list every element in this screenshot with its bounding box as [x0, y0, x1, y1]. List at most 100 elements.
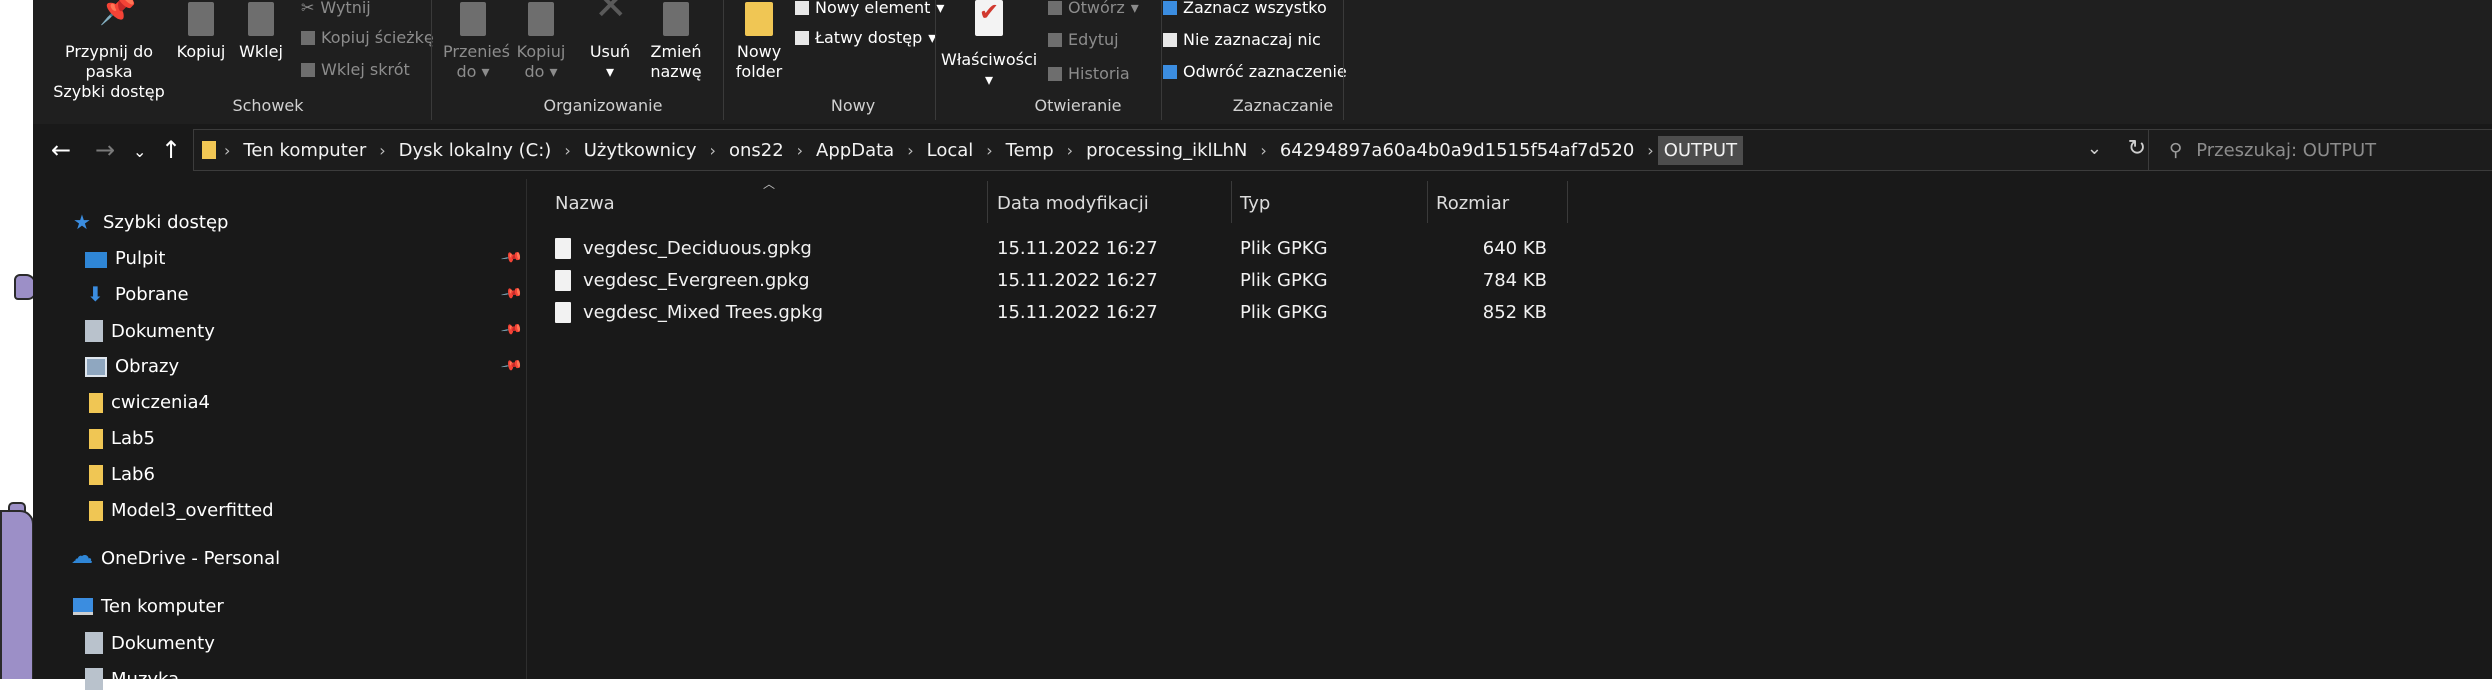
copy-path-button[interactable]: Kopiuj ścieżkę: [301, 28, 434, 48]
folder-icon: [89, 392, 103, 413]
paste-label: Wklej: [239, 42, 283, 61]
file-type: Plik GPKG: [1240, 270, 1328, 291]
recent-locations-chevron-icon[interactable]: ⌄: [133, 142, 146, 161]
nav-item-pulpit[interactable]: Pulpit: [85, 248, 165, 269]
nav-item-dokumenty[interactable]: Dokumenty: [85, 320, 215, 342]
rename-icon: [663, 2, 689, 36]
file-date: 15.11.2022 16:27: [997, 302, 1158, 323]
file-row[interactable]: vegdesc_Evergreen.gpkg 15.11.2022 16:27 …: [527, 266, 1547, 296]
move-to-button[interactable]: Przenieś do ▾: [443, 0, 510, 82]
chevron-right-icon[interactable]: ›: [375, 141, 389, 160]
column-divider[interactable]: [1231, 181, 1232, 223]
chevron-right-icon[interactable]: ›: [706, 141, 720, 160]
nav-item-lab5[interactable]: Lab5: [85, 428, 155, 449]
address-bar[interactable]: › Ten komputer › Dysk lokalny (C:) › Użytk…: [193, 129, 2165, 171]
forward-arrow-icon[interactable]: →: [95, 136, 115, 164]
nav-item-lab6[interactable]: Lab6: [85, 464, 155, 485]
select-none-button[interactable]: Nie zaznaczaj nic: [1163, 30, 1321, 50]
column-divider[interactable]: [1567, 181, 1568, 223]
column-header-type[interactable]: Typ: [1240, 193, 1270, 214]
delete-x-icon: ✕: [594, 0, 628, 29]
column-header-size[interactable]: Rozmiar: [1436, 193, 1509, 214]
chevron-right-icon[interactable]: ›: [1256, 141, 1270, 160]
folder-icon: [745, 2, 773, 36]
star-icon: [73, 210, 95, 234]
chevron-right-icon[interactable]: ›: [220, 141, 234, 160]
breadcrumb-temp[interactable]: Temp: [997, 140, 1063, 161]
paste-button[interactable]: Wklej: [236, 0, 286, 62]
delete-button[interactable]: ✕ Usuń ▾: [585, 0, 635, 82]
up-arrow-icon[interactable]: ↑: [161, 136, 181, 164]
open-button[interactable]: Otwórz ▾: [1048, 0, 1139, 18]
file-type: Plik GPKG: [1240, 238, 1328, 259]
download-icon: [85, 282, 107, 306]
copy-button[interactable]: Kopiuj: [176, 0, 226, 62]
column-header-date[interactable]: Data modyfikacji: [997, 193, 1149, 214]
edit-button[interactable]: Edytuj: [1048, 30, 1119, 50]
group-divider: [1343, 0, 1344, 120]
nav-this-pc[interactable]: Ten komputer: [73, 596, 224, 617]
folder-icon: [89, 500, 103, 521]
history-button[interactable]: Historia: [1048, 64, 1130, 84]
breadcrumb-local[interactable]: Local: [918, 140, 983, 161]
chevron-right-icon[interactable]: ›: [793, 141, 807, 160]
nav-item-cwiczenia4[interactable]: cwiczenia4: [85, 392, 210, 413]
breadcrumb-user[interactable]: ons22: [720, 140, 793, 161]
refresh-icon[interactable]: ↻: [2128, 136, 2146, 161]
file-row[interactable]: vegdesc_Deciduous.gpkg 15.11.2022 16:27 …: [527, 234, 1547, 264]
file-icon: [555, 302, 571, 323]
nav-pc-muzyka[interactable]: Muzyka: [85, 668, 179, 690]
file-size: 640 KB: [1482, 238, 1547, 259]
nav-item-model3[interactable]: Model3_overfitted: [85, 500, 274, 521]
nav-item-pobrane[interactable]: Pobrane: [85, 282, 189, 306]
paste-shortcut-button[interactable]: Wklej skrót: [301, 60, 410, 80]
chevron-right-icon[interactable]: ›: [560, 141, 574, 160]
breadcrumb-processing[interactable]: processing_iklLhN: [1077, 140, 1256, 161]
breadcrumb-output[interactable]: OUTPUT: [1657, 135, 1744, 165]
music-icon: [85, 668, 103, 690]
invert-selection-button[interactable]: Odwróć zaznaczenie: [1163, 62, 1347, 82]
nav-item-obrazy[interactable]: Obrazy: [85, 356, 179, 377]
group-label-new: Nowy: [830, 96, 876, 115]
breadcrumb-appdata[interactable]: AppData: [807, 140, 903, 161]
easy-access-button[interactable]: Łatwy dostęp ▾: [795, 28, 936, 48]
chevron-right-icon[interactable]: ›: [903, 141, 917, 160]
file-name: vegdesc_Evergreen.gpkg: [583, 270, 810, 291]
copy-icon: [188, 2, 214, 36]
new-item-button[interactable]: Nowy element ▾: [795, 0, 944, 18]
folder-icon: [89, 428, 103, 449]
pin-quick-access-button[interactable]: 📌 Przypnij do paska Szybki dostęp: [45, 0, 173, 102]
group-label-organize: Organizowanie: [543, 96, 663, 115]
column-divider[interactable]: [1427, 181, 1428, 223]
file-row[interactable]: vegdesc_Mixed Trees.gpkg 15.11.2022 16:2…: [527, 298, 1547, 328]
chevron-right-icon[interactable]: ›: [1643, 141, 1657, 160]
breadcrumb-this-pc[interactable]: Ten komputer: [234, 140, 375, 161]
file-size: 784 KB: [1482, 270, 1547, 291]
pinned-icon: 📌: [499, 354, 524, 378]
back-arrow-icon[interactable]: ←: [51, 136, 71, 164]
address-dropdown-chevron-icon[interactable]: ⌄: [2087, 138, 2102, 159]
column-header-name[interactable]: Nazwa: [555, 193, 615, 214]
chevron-right-icon[interactable]: ›: [1063, 141, 1077, 160]
breadcrumb-hash[interactable]: 64294897a60a4b0a9d1515f54af7d520: [1271, 140, 1643, 161]
nav-quick-access[interactable]: Szybki dostęp: [73, 210, 228, 234]
nav-pc-dokumenty[interactable]: Dokumenty: [85, 632, 215, 654]
rename-button[interactable]: Zmień nazwę: [646, 0, 706, 82]
nav-onedrive[interactable]: OneDrive - Personal: [71, 544, 280, 570]
easy-access-icon: [795, 31, 809, 45]
breadcrumb-users[interactable]: Użytkownicy: [575, 140, 706, 161]
chevron-right-icon[interactable]: ›: [982, 141, 996, 160]
search-input[interactable]: ⚲ Przeszukaj: OUTPUT: [2148, 129, 2492, 171]
column-divider[interactable]: [987, 181, 988, 223]
map-polygon: [14, 274, 33, 300]
edit-icon: [1048, 33, 1062, 47]
select-all-button[interactable]: Zaznacz wszystko: [1163, 0, 1327, 18]
file-explorer-window: 📌 Przypnij do paska Szybki dostęp Kopiuj…: [33, 0, 2492, 690]
new-folder-button[interactable]: Nowy folder: [727, 0, 791, 82]
breadcrumb-local-disk[interactable]: Dysk lokalny (C:): [390, 140, 561, 161]
address-folder-icon: [202, 141, 216, 159]
cut-button[interactable]: ✂ Wytnij: [301, 0, 371, 18]
file-date: 15.11.2022 16:27: [997, 270, 1158, 291]
properties-button[interactable]: Właściwości ▾: [941, 0, 1037, 90]
copy-to-button[interactable]: Kopiuj do ▾: [511, 0, 571, 82]
